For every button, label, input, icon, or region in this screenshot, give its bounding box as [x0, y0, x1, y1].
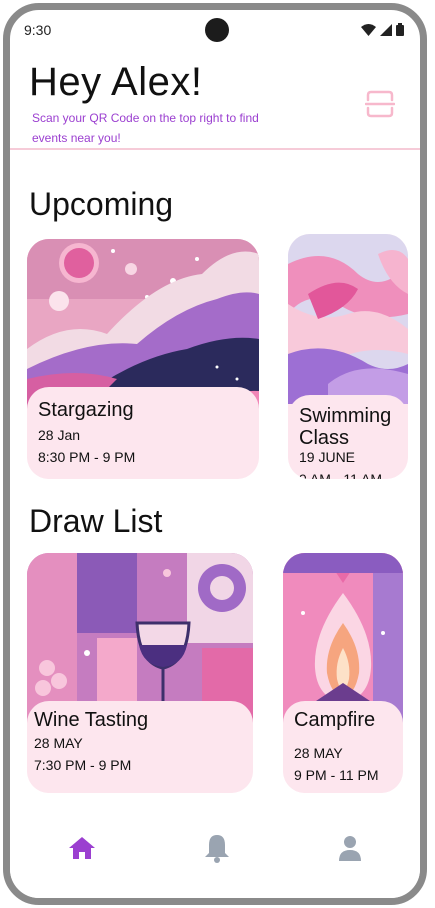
event-time: 7:30 PM - 9 PM — [34, 757, 132, 773]
event-time: 9 AM - 11 AM — [299, 471, 382, 479]
event-date: 28 Jan — [38, 427, 81, 443]
event-title: Wine Tasting — [34, 709, 149, 731]
event-date: 28 MAY — [294, 745, 343, 761]
event-card-campfire[interactable]: Campfire 28 MAY 9 PM - 11 PM — [283, 553, 403, 793]
event-title: Campfire — [294, 709, 376, 731]
profile-icon — [339, 836, 361, 861]
page-title: Hey Alex! — [29, 60, 203, 104]
event-card-stargazing[interactable]: Stargazing 28 Jan 8:30 PM - 9 PM — [27, 239, 259, 479]
event-title: Stargazing — [38, 399, 134, 421]
event-time: 9 PM - 11 PM — [294, 767, 379, 783]
event-card-wine-tasting[interactable]: Wine Tasting 28 MAY 7:30 PM - 9 PM — [27, 553, 253, 793]
event-date: 28 MAY — [34, 735, 83, 751]
signal-icon — [380, 23, 392, 36]
event-date: 19 JUNE — [299, 449, 356, 465]
bottom-nav — [10, 802, 420, 898]
scan-icon — [365, 90, 395, 118]
status-bar: 9:30 — [10, 10, 420, 52]
section-title-upcoming: Upcoming — [29, 186, 174, 222]
event-card-info: Stargazing 28 Jan 8:30 PM - 9 PM — [27, 387, 259, 479]
wine-tasting-artwork — [27, 553, 253, 723]
camera-cutout — [205, 18, 229, 42]
event-card-swimming-class[interactable]: Swimming Class 19 JUNE 9 AM - 11 AM — [288, 234, 408, 479]
nav-home-button[interactable] — [62, 828, 102, 868]
status-icons — [361, 23, 404, 36]
home-icon — [69, 837, 95, 859]
nav-profile-button[interactable] — [330, 828, 370, 868]
nav-notifications-button[interactable] — [197, 828, 237, 868]
status-time: 9:30 — [24, 22, 52, 38]
header: Hey Alex! Scan your QR Code on the top r… — [10, 52, 420, 150]
wifi-icon — [361, 23, 376, 36]
stargazing-artwork — [27, 239, 259, 409]
event-card-info: Wine Tasting 28 MAY 7:30 PM - 9 PM — [27, 701, 253, 793]
bell-icon — [205, 835, 229, 863]
event-time: 8:30 PM - 9 PM — [38, 449, 136, 465]
event-card-info: Campfire 28 MAY 9 PM - 11 PM — [283, 701, 403, 793]
phone-frame: 9:30 Hey Alex! Scan your QR Code on the … — [3, 3, 427, 905]
swimming-artwork — [288, 234, 408, 404]
qr-scan-button[interactable] — [362, 86, 398, 122]
header-subtitle: Scan your QR Code on the top right to fi… — [32, 111, 259, 145]
section-title-draw-list: Draw List — [29, 503, 163, 539]
campfire-artwork — [283, 553, 403, 723]
battery-icon — [396, 23, 404, 36]
event-card-info: Swimming Class 19 JUNE 9 AM - 11 AM — [288, 395, 408, 479]
event-title: Swimming Class — [299, 405, 392, 449]
